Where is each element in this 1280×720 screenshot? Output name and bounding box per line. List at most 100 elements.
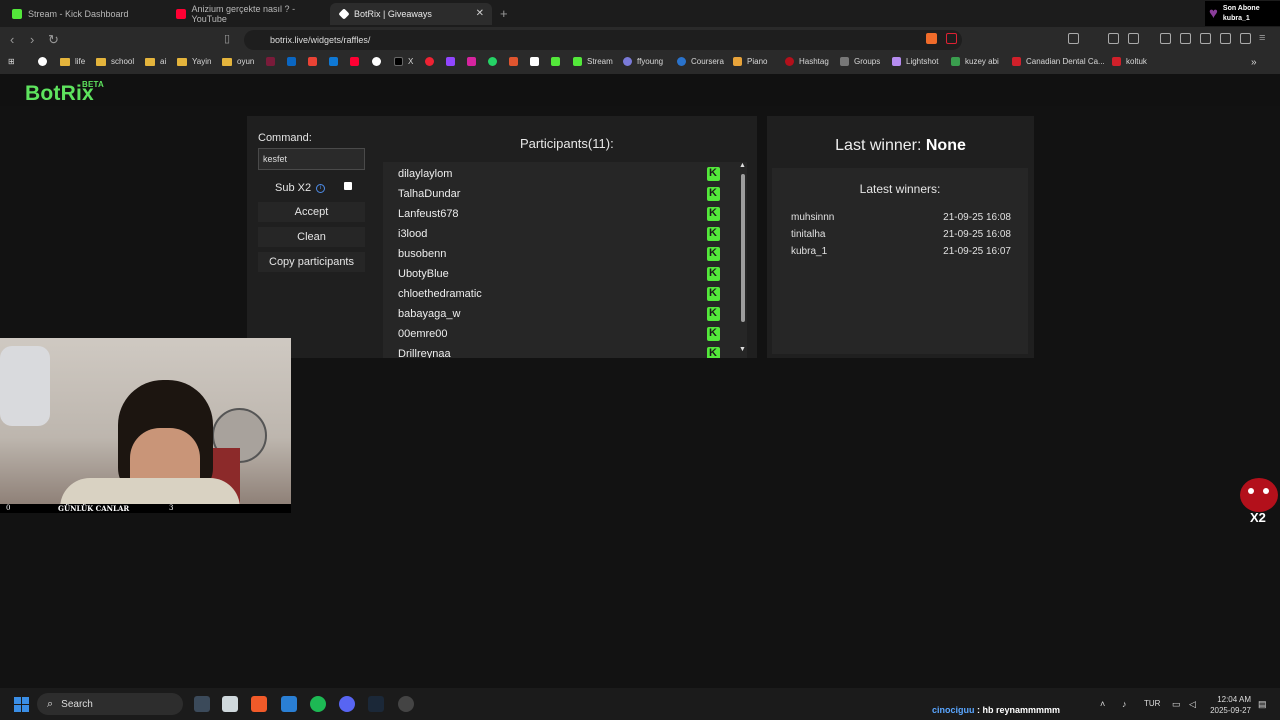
copy-participants-button[interactable]: Copy participants bbox=[258, 252, 365, 272]
bookmark-kuzey-abi[interactable]: kuzey abi bbox=[951, 57, 999, 66]
extension-icon[interactable] bbox=[1068, 33, 1079, 44]
bookmark-canadian-dental[interactable]: Canadian Dental Ca... bbox=[1012, 57, 1105, 66]
more-bookmarks-icon[interactable]: » bbox=[1251, 57, 1257, 68]
google-icon[interactable] bbox=[38, 57, 52, 66]
list-item[interactable]: dilaylaylom K bbox=[383, 164, 723, 184]
bookmark-ffyoung[interactable]: ffyoung bbox=[623, 57, 663, 66]
instagram-icon[interactable] bbox=[467, 57, 481, 66]
spotify-icon[interactable] bbox=[310, 696, 326, 712]
winner-row: muhsinnn 21-09-25 16:08 bbox=[791, 212, 1011, 223]
bookmark-life[interactable]: life bbox=[60, 57, 85, 66]
info-icon[interactable]: i bbox=[316, 183, 326, 193]
clean-button[interactable]: Clean bbox=[258, 227, 365, 247]
bookmark-piano[interactable]: Piano bbox=[733, 57, 767, 66]
sub-x2-option: Sub X2 i bbox=[275, 182, 326, 194]
new-tab-button[interactable]: + bbox=[500, 6, 508, 21]
youtube-bookmark-icon[interactable] bbox=[350, 57, 364, 66]
sub-x2-checkbox[interactable] bbox=[344, 182, 352, 190]
scroll-up-icon[interactable]: ▲ bbox=[739, 162, 746, 169]
taskbar-search[interactable]: ⌕ Search bbox=[37, 693, 183, 715]
music-icon[interactable] bbox=[1160, 33, 1171, 44]
accept-button[interactable]: Accept bbox=[258, 202, 365, 222]
ticker-user: cinociguu bbox=[932, 705, 975, 715]
steam-icon[interactable] bbox=[368, 696, 384, 712]
twitch-icon[interactable] bbox=[446, 57, 460, 66]
chevron-up-icon[interactable]: ˄ bbox=[1100, 699, 1105, 709]
whatsapp-icon[interactable] bbox=[488, 57, 502, 66]
task-view-icon[interactable] bbox=[194, 696, 210, 712]
last-winner-label: Last winner: bbox=[835, 137, 922, 154]
sidebar-icon[interactable] bbox=[1180, 33, 1191, 44]
bookmark-stream[interactable]: Stream bbox=[573, 57, 613, 66]
linkedin-icon[interactable] bbox=[287, 57, 301, 66]
list-item[interactable]: Drillreynaa K bbox=[383, 344, 723, 358]
list-item[interactable]: UbotyBlue K bbox=[383, 264, 723, 284]
bookmark-school[interactable]: school bbox=[96, 57, 134, 66]
gmail-icon[interactable] bbox=[308, 57, 322, 66]
screenshot-icon[interactable] bbox=[1128, 33, 1139, 44]
tab-youtube[interactable]: Anizium gerçekte nasıl ? - YouTube bbox=[166, 3, 326, 25]
file-explorer-icon[interactable] bbox=[222, 696, 238, 712]
list-item[interactable]: i3lood K bbox=[383, 224, 723, 244]
list-item[interactable]: Lanfeust678 K bbox=[383, 204, 723, 224]
notification-icon[interactable]: ▤ bbox=[1258, 699, 1267, 710]
kick-bookmark-icon[interactable] bbox=[551, 57, 565, 66]
list-item[interactable]: busobenn K bbox=[383, 244, 723, 264]
bookmark-coursera[interactable]: Coursera bbox=[677, 57, 724, 66]
bookmark-yayin[interactable]: Yayin bbox=[177, 57, 211, 66]
sub-x2-label: Sub X2 bbox=[275, 182, 312, 194]
bookmark-x[interactable]: X bbox=[394, 57, 413, 66]
bookmark-hashtag[interactable]: Hashtag bbox=[785, 57, 829, 66]
close-tab-icon[interactable]: ✕ bbox=[476, 8, 484, 19]
list-item[interactable]: chloethedramatic K bbox=[383, 284, 723, 304]
photos-icon[interactable] bbox=[281, 696, 297, 712]
apps-icon[interactable]: ⊞ bbox=[8, 57, 15, 66]
list-item[interactable]: babayaga_w K bbox=[383, 304, 723, 324]
bookmark-koltuk[interactable]: koltuk bbox=[1112, 57, 1147, 66]
tab-botrix[interactable]: BotRix | Giveaways ✕ bbox=[330, 3, 492, 25]
bookmark-groups[interactable]: Groups bbox=[840, 57, 880, 66]
network-icon[interactable]: ▭ bbox=[1172, 699, 1181, 710]
outlook-icon[interactable] bbox=[329, 57, 343, 66]
forward-icon[interactable]: › bbox=[30, 32, 34, 47]
list-item[interactable]: TalhaDundar K bbox=[383, 184, 723, 204]
bookmark-ai[interactable]: ai bbox=[145, 57, 166, 66]
back-icon[interactable]: ‹ bbox=[10, 32, 14, 47]
command-input[interactable] bbox=[258, 148, 365, 170]
volume-icon[interactable]: ◁ bbox=[1189, 699, 1196, 710]
obs-icon[interactable] bbox=[398, 696, 414, 712]
participants-list[interactable]: dilaylaylom K TalhaDundar K Lanfeust678 K i… bbox=[383, 162, 747, 358]
system-clock[interactable]: 12:04 AM 2025-09-27 bbox=[1205, 694, 1251, 716]
list-item[interactable]: 00emre00 K bbox=[383, 324, 723, 344]
botrix-logo[interactable]: BotRix BETA bbox=[25, 80, 104, 106]
discord-icon[interactable] bbox=[339, 696, 355, 712]
microphone-icon[interactable]: ♪ bbox=[1122, 699, 1127, 709]
brave-icon[interactable] bbox=[251, 696, 267, 712]
rewards-icon[interactable] bbox=[946, 33, 957, 44]
wallet-icon[interactable] bbox=[1200, 33, 1211, 44]
address-bar[interactable]: botrix.live/widgets/raffles/ bbox=[244, 30, 962, 50]
bookmark-oyun[interactable]: oyun bbox=[222, 57, 254, 66]
vpn-icon[interactable] bbox=[1240, 33, 1251, 44]
bookmark-icon-1[interactable] bbox=[266, 57, 280, 66]
leo-icon[interactable] bbox=[1220, 33, 1231, 44]
windows-start-icon[interactable] bbox=[14, 697, 29, 712]
language-indicator[interactable]: TUR bbox=[1144, 699, 1160, 708]
bookmark-lightshot[interactable]: Lightshot bbox=[892, 57, 938, 66]
brave-shield-icon[interactable] bbox=[926, 33, 937, 44]
kick-icon: K bbox=[707, 207, 720, 221]
amazon-icon[interactable] bbox=[530, 57, 544, 66]
tumblr-icon[interactable] bbox=[509, 57, 523, 66]
tab-title: Stream - Kick Dashboard bbox=[28, 9, 129, 19]
tab-kick-dashboard[interactable]: Stream - Kick Dashboard bbox=[2, 3, 162, 25]
ticker-message: : hb reynammmmm bbox=[977, 705, 1061, 715]
reload-icon[interactable]: ↻ bbox=[48, 32, 59, 48]
scroll-down-icon[interactable]: ▼ bbox=[739, 346, 746, 353]
menu-icon[interactable]: ≡ bbox=[1259, 32, 1265, 44]
puzzle-icon[interactable] bbox=[1108, 33, 1119, 44]
scrollbar-thumb[interactable] bbox=[741, 174, 745, 322]
chrome-icon[interactable] bbox=[372, 57, 386, 66]
bookmark-icon[interactable]: ▯ bbox=[224, 32, 230, 45]
bookmark-icon-2[interactable] bbox=[425, 57, 439, 66]
bookmarks-bar: ⊞ life school ai Yayin oyun X Stream ffy… bbox=[0, 53, 1280, 74]
